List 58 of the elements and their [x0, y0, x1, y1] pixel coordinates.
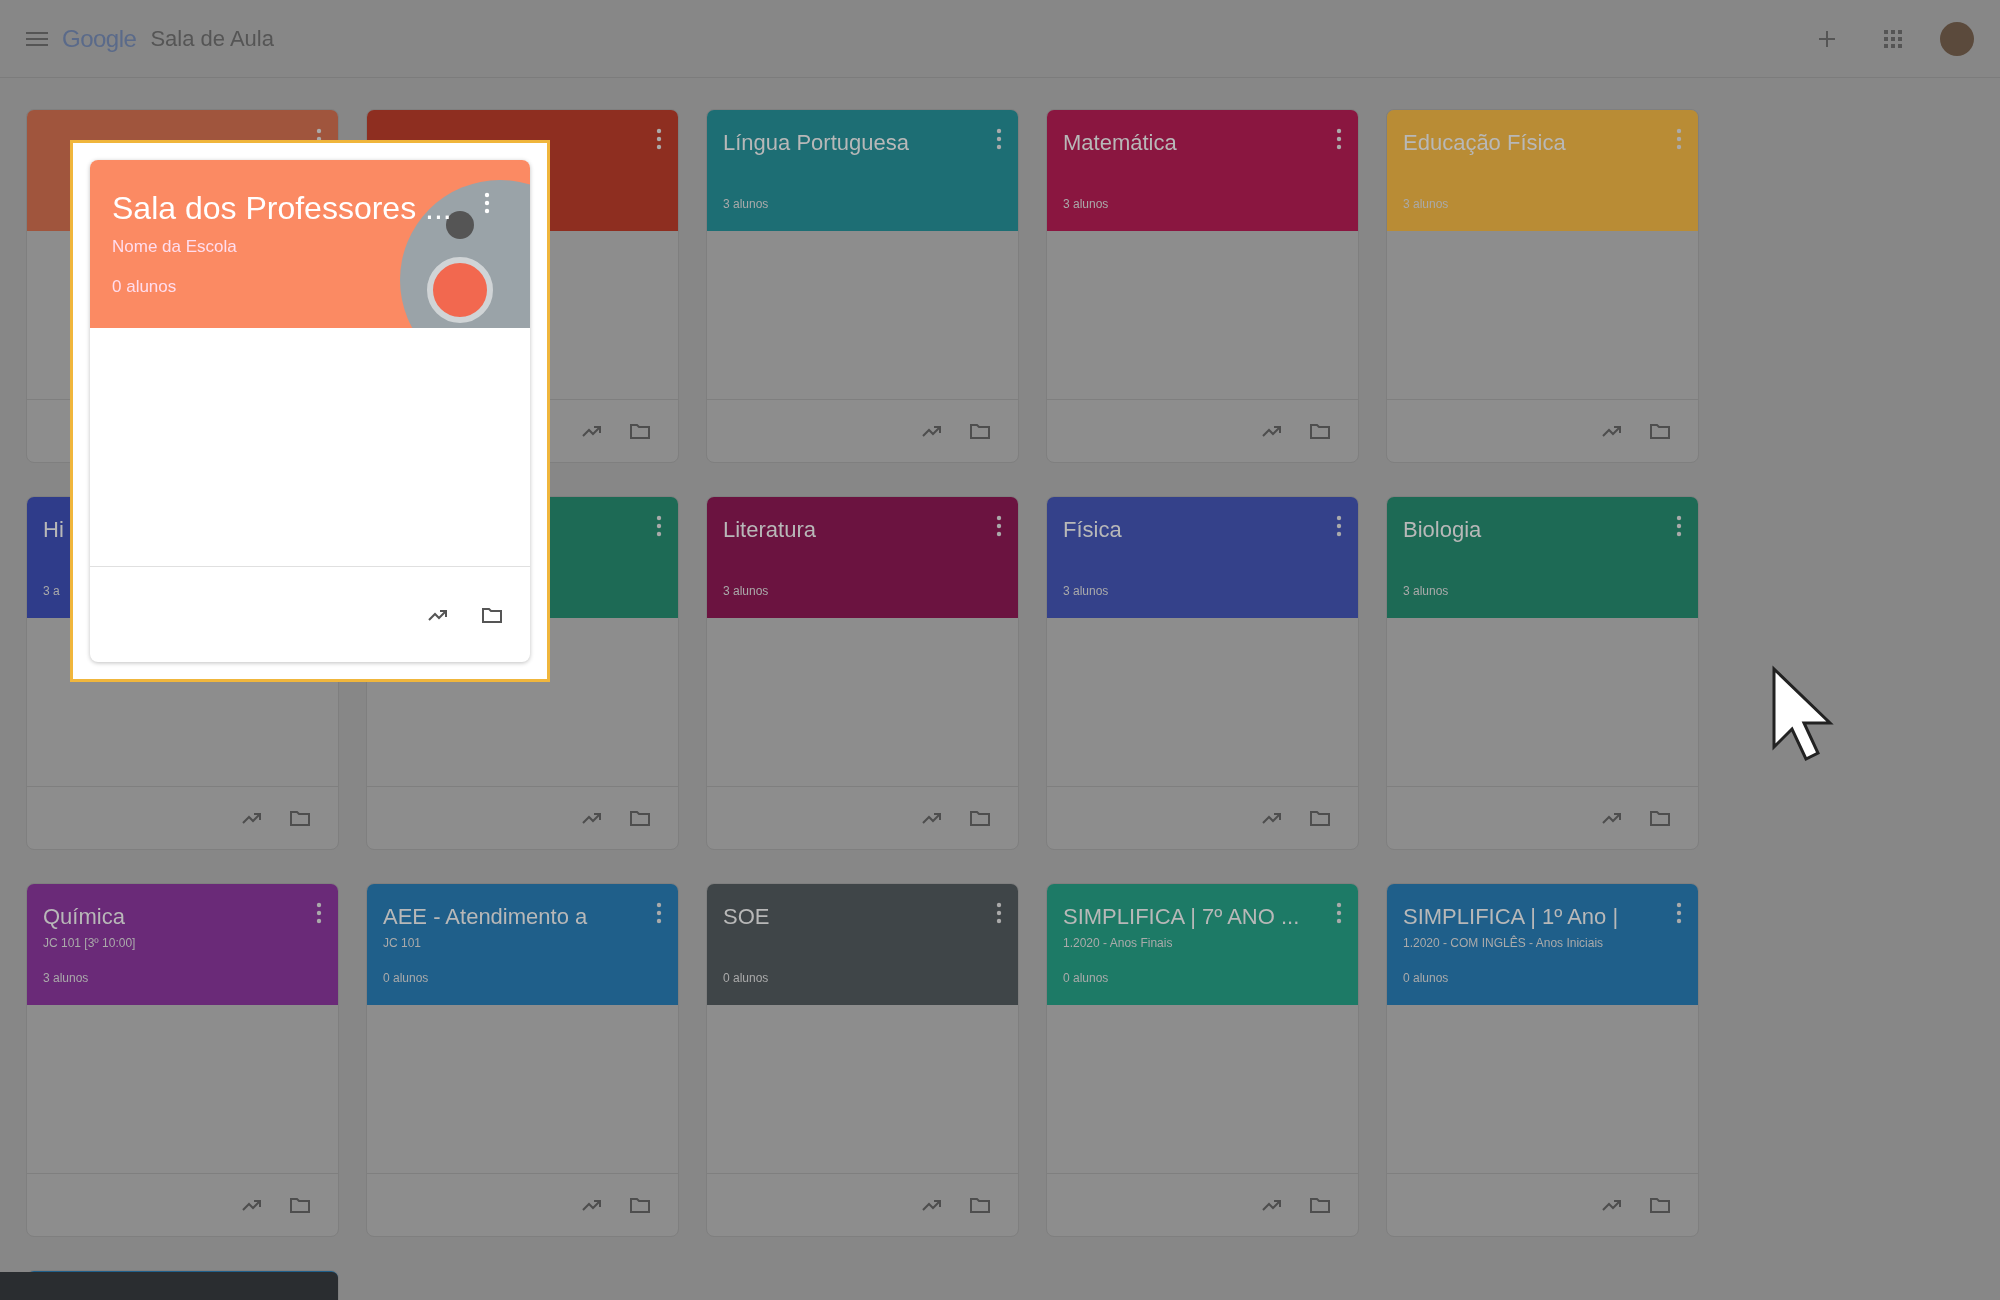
more-icon[interactable]	[1676, 515, 1682, 537]
class-card[interactable]: Física 3 alunos	[1046, 496, 1359, 850]
class-title[interactable]: Sala dos Professores ...	[112, 190, 508, 227]
more-icon[interactable]	[656, 128, 662, 150]
class-title[interactable]: Química	[43, 904, 125, 930]
class-title[interactable]: AEE - Atendimento a	[383, 904, 588, 930]
class-title[interactable]: SOE	[723, 904, 770, 930]
menu-icon[interactable]	[26, 30, 48, 47]
student-count: 3 alunos	[723, 197, 770, 211]
class-card[interactable]: SOE 0 alunos	[706, 883, 1019, 1237]
student-count: 0 alunos	[723, 971, 770, 985]
class-card[interactable]: Literatura 3 alunos	[706, 496, 1019, 850]
class-section: JC 101	[383, 936, 662, 950]
class-section: 1.2020 - Anos Finais	[1063, 936, 1342, 950]
class-title[interactable]: Física	[1063, 517, 1122, 543]
student-count: 0 alunos	[112, 277, 178, 297]
student-count: 3 alunos	[1403, 197, 1450, 211]
more-icon[interactable]	[656, 515, 662, 537]
student-count: 3 alunos	[43, 971, 90, 985]
more-icon[interactable]	[1336, 515, 1342, 537]
more-icon[interactable]	[1336, 128, 1342, 150]
class-card[interactable]: Química JC 101 [3º 10:00] 3 alunos	[26, 883, 339, 1237]
class-section: Nome da Escola	[112, 237, 508, 257]
class-card[interactable]: SIMPLIFICA | 7º ANO ... 1.2020 - Anos Finais 0 alunos	[1046, 883, 1359, 1237]
class-card[interactable]: SIMPLIFICA | 1º Ano | 1.2020 - COM INGLÊS - Anos Iniciais 0 alunos	[1386, 883, 1699, 1237]
class-card[interactable]: Sala dos Professores ... Nome da Escola 0 alunos	[90, 160, 530, 662]
more-icon[interactable]	[996, 128, 1002, 150]
more-icon[interactable]	[996, 902, 1002, 924]
class-section: 1.2020 - COM INGLÊS - Anos Iniciais	[1403, 936, 1682, 950]
apps-icon[interactable]	[1884, 29, 1902, 48]
class-title[interactable]: Matemática	[1063, 130, 1177, 156]
student-count: 3 alunos	[1063, 584, 1110, 598]
class-section: JC 101 [3º 10:00]	[43, 936, 322, 950]
more-icon[interactable]	[484, 192, 490, 214]
class-card[interactable]: AEE - Atendimento a JC 101 0 alunos	[366, 883, 679, 1237]
class-title[interactable]: Literatura	[723, 517, 816, 543]
class-card[interactable]: Língua Portuguesa 3 alunos	[706, 109, 1019, 463]
class-card[interactable]: Matemática 3 alunos	[1046, 109, 1359, 463]
student-count: 3 alunos	[1063, 197, 1110, 211]
avatar[interactable]	[1940, 21, 1974, 56]
more-icon[interactable]	[1336, 902, 1342, 924]
class-title[interactable]: Língua Portuguesa	[723, 130, 909, 156]
class-title[interactable]: SIMPLIFICA | 7º ANO ...	[1063, 904, 1300, 930]
class-card[interactable]: Biologia 3 alunos	[1386, 496, 1699, 850]
more-icon[interactable]	[316, 902, 322, 924]
class-title[interactable]: SIMPLIFICA | 1º Ano |	[1403, 904, 1619, 930]
student-count: 3 a	[43, 584, 61, 598]
student-count: 3 alunos	[1403, 584, 1450, 598]
more-icon[interactable]	[1676, 902, 1682, 924]
class-title[interactable]: Biologia	[1403, 517, 1482, 543]
student-count: 0 alunos	[1063, 971, 1110, 985]
more-icon[interactable]	[656, 902, 662, 924]
plus-icon[interactable]	[1818, 29, 1836, 48]
student-count: 0 alunos	[383, 971, 430, 985]
class-title[interactable]: Hi	[43, 517, 64, 543]
student-count: 0 alunos	[1403, 971, 1450, 985]
student-count: 3 alunos	[723, 584, 770, 598]
more-icon[interactable]	[996, 515, 1002, 537]
